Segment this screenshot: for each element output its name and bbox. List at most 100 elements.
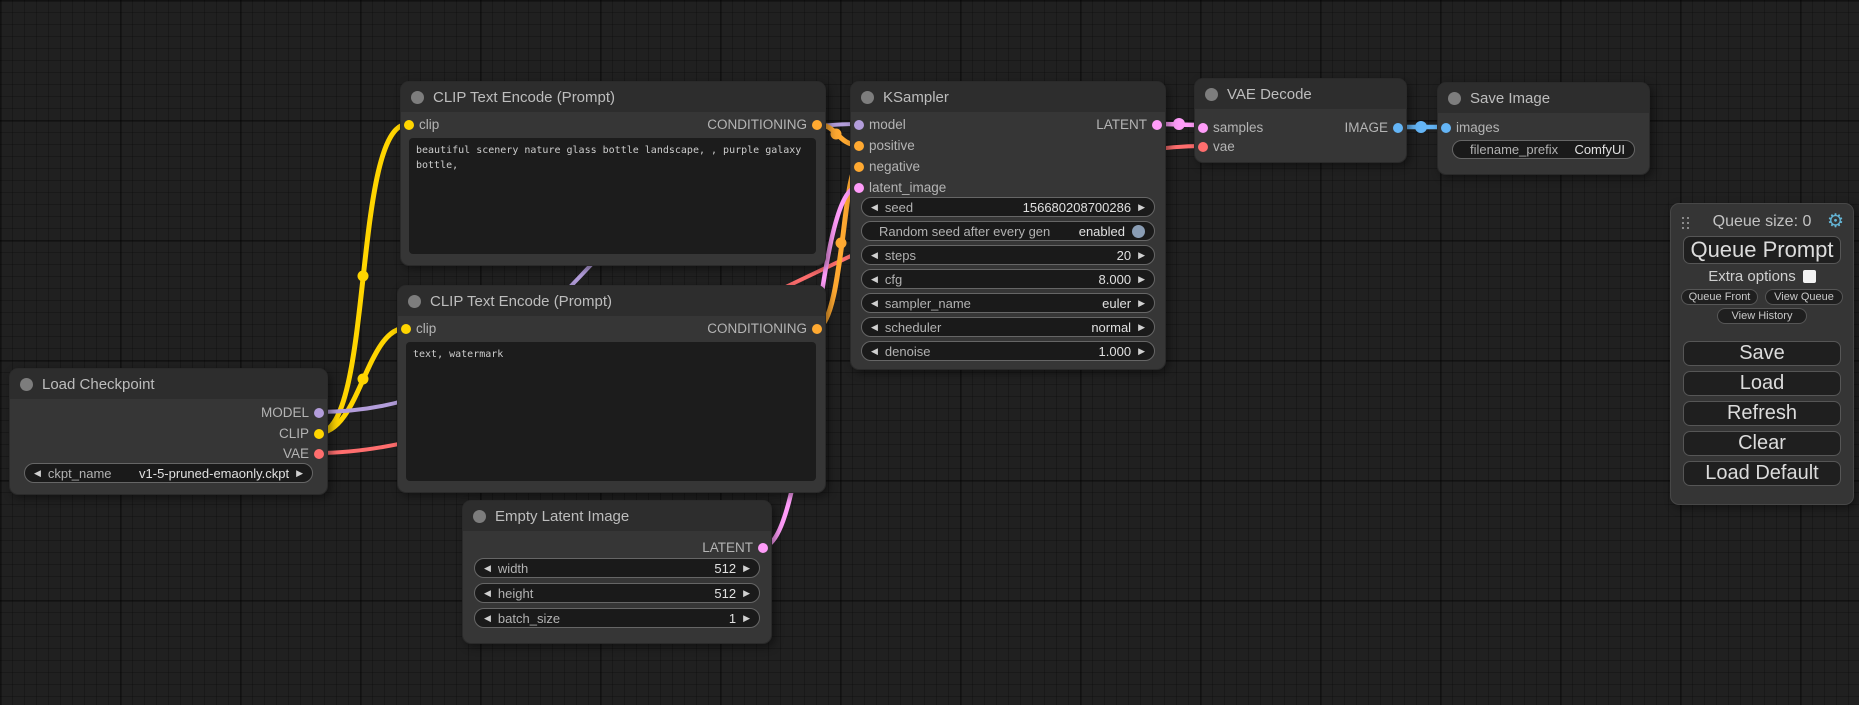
input-dot-images[interactable] — [1441, 123, 1451, 133]
output-dot-model[interactable] — [314, 408, 324, 418]
save-button[interactable]: Save — [1683, 341, 1841, 366]
input-dot-vae[interactable] — [1198, 142, 1208, 152]
decrement-arrow-icon[interactable]: ◀ — [871, 341, 878, 361]
prompt-textarea[interactable]: beautiful scenery nature glass bottle la… — [409, 138, 816, 254]
node-title-bar[interactable]: VAE Decode — [1195, 79, 1406, 109]
decrement-arrow-icon[interactable]: ◀ — [484, 583, 491, 603]
filename-prefix-widget[interactable]: filename_prefix ComfyUI — [1452, 140, 1635, 159]
decrement-arrow-icon[interactable]: ◀ — [871, 317, 878, 337]
widget-label: seed — [885, 200, 1016, 215]
width-widget[interactable]: ◀ width 512 ▶ — [474, 558, 760, 578]
slot-label: LATENT — [702, 540, 753, 555]
denoise-widget[interactable]: ◀ denoise 1.000 ▶ — [861, 341, 1155, 361]
node-title-bar[interactable]: Load Checkpoint — [10, 369, 327, 399]
increment-arrow-icon[interactable]: ▶ — [296, 463, 303, 483]
queue-prompt-button[interactable]: Queue Prompt — [1683, 236, 1841, 264]
collapse-dot[interactable] — [411, 91, 424, 104]
node-graph-canvas[interactable]: Load Checkpoint MODEL CLIP VAE ◀ ckpt_na… — [0, 0, 1859, 705]
node-clip-text-encode-negative[interactable]: CLIP Text Encode (Prompt) clip CONDITION… — [397, 285, 826, 493]
slot-label: CONDITIONING — [707, 117, 807, 132]
widget-value: enabled — [1079, 224, 1125, 239]
height-widget[interactable]: ◀ height 512 ▶ — [474, 583, 760, 603]
increment-arrow-icon[interactable]: ▶ — [743, 558, 750, 578]
output-dot-conditioning[interactable] — [812, 120, 822, 130]
node-save-image[interactable]: Save Image images filename_prefix ComfyU… — [1437, 82, 1650, 175]
toggle-circle[interactable] — [1132, 225, 1145, 238]
node-load-checkpoint[interactable]: Load Checkpoint MODEL CLIP VAE ◀ ckpt_na… — [9, 368, 328, 495]
output-slot-conditioning: CONDITIONING — [707, 117, 825, 133]
node-title-bar[interactable]: CLIP Text Encode (Prompt) — [401, 82, 825, 112]
widget-label: sampler_name — [885, 296, 1095, 311]
node-title-bar[interactable]: Save Image — [1438, 83, 1649, 113]
clear-button[interactable]: Clear — [1683, 431, 1841, 456]
slot-label: samples — [1213, 120, 1263, 135]
slot-label: positive — [869, 138, 915, 153]
batch-size-widget[interactable]: ◀ batch_size 1 ▶ — [474, 608, 760, 628]
increment-arrow-icon[interactable]: ▶ — [743, 583, 750, 603]
slot-label: model — [869, 117, 906, 132]
slot-label: negative — [869, 159, 920, 174]
output-dot-image[interactable] — [1393, 123, 1403, 133]
input-dot-latent-image[interactable] — [854, 183, 864, 193]
increment-arrow-icon[interactable]: ▶ — [1138, 197, 1145, 217]
node-clip-text-encode-positive[interactable]: CLIP Text Encode (Prompt) clip CONDITION… — [400, 81, 826, 266]
output-dot-latent[interactable] — [1152, 120, 1162, 130]
decrement-arrow-icon[interactable]: ◀ — [484, 558, 491, 578]
load-default-button[interactable]: Load Default — [1683, 461, 1841, 486]
ckpt-name-widget[interactable]: ◀ ckpt_name v1-5-pruned-emaonly.ckpt ▶ — [24, 463, 313, 483]
sampler-name-widget[interactable]: ◀ sampler_name euler ▶ — [861, 293, 1155, 313]
load-button[interactable]: Load — [1683, 371, 1841, 396]
collapse-dot[interactable] — [408, 295, 421, 308]
node-vae-decode[interactable]: VAE Decode samples IMAGE vae — [1194, 78, 1407, 163]
extra-options-label: Extra options — [1708, 268, 1796, 285]
collapse-dot[interactable] — [1205, 88, 1218, 101]
increment-arrow-icon[interactable]: ▶ — [1138, 245, 1145, 265]
decrement-arrow-icon[interactable]: ◀ — [871, 269, 878, 289]
node-title: Empty Latent Image — [495, 508, 629, 525]
increment-arrow-icon[interactable]: ▶ — [1138, 269, 1145, 289]
scheduler-widget[interactable]: ◀ scheduler normal ▶ — [861, 317, 1155, 337]
increment-arrow-icon[interactable]: ▶ — [1138, 293, 1145, 313]
queue-front-button[interactable]: Queue Front — [1681, 289, 1758, 305]
increment-arrow-icon[interactable]: ▶ — [743, 608, 750, 628]
collapse-dot[interactable] — [1448, 92, 1461, 105]
link-midpoint-dot — [358, 374, 369, 385]
node-title-bar[interactable]: Empty Latent Image — [463, 501, 771, 531]
input-dot-clip[interactable] — [401, 324, 411, 334]
random-seed-toggle-widget[interactable]: Random seed after every gen enabled — [861, 221, 1155, 241]
output-dot-conditioning[interactable] — [812, 324, 822, 334]
node-title-bar[interactable]: CLIP Text Encode (Prompt) — [398, 286, 825, 316]
decrement-arrow-icon[interactable]: ◀ — [871, 245, 878, 265]
node-empty-latent-image[interactable]: Empty Latent Image LATENT ◀ width 512 ▶ … — [462, 500, 772, 644]
input-dot-negative[interactable] — [854, 162, 864, 172]
collapse-dot[interactable] — [20, 378, 33, 391]
cfg-widget[interactable]: ◀ cfg 8.000 ▶ — [861, 269, 1155, 289]
collapse-dot[interactable] — [473, 510, 486, 523]
input-dot-clip[interactable] — [404, 120, 414, 130]
decrement-arrow-icon[interactable]: ◀ — [484, 608, 491, 628]
gear-icon[interactable]: ⚙ — [1827, 210, 1844, 233]
prompt-textarea[interactable]: text, watermark — [406, 342, 816, 481]
output-dot-latent[interactable] — [758, 543, 768, 553]
output-dot-vae[interactable] — [314, 449, 324, 459]
widget-value: 8.000 — [1099, 272, 1132, 287]
collapse-dot[interactable] — [861, 91, 874, 104]
node-title-bar[interactable]: KSampler — [851, 82, 1165, 112]
view-history-button[interactable]: View History — [1717, 308, 1807, 324]
increment-arrow-icon[interactable]: ▶ — [1138, 341, 1145, 361]
node-ksampler[interactable]: KSampler model LATENT positive negative … — [850, 81, 1166, 370]
refresh-button[interactable]: Refresh — [1683, 401, 1841, 426]
output-dot-clip[interactable] — [314, 429, 324, 439]
extra-options-checkbox[interactable] — [1803, 270, 1816, 283]
widget-label: scheduler — [885, 320, 1084, 335]
steps-widget[interactable]: ◀ steps 20 ▶ — [861, 245, 1155, 265]
input-dot-model[interactable] — [854, 120, 864, 130]
input-dot-positive[interactable] — [854, 141, 864, 151]
decrement-arrow-icon[interactable]: ◀ — [34, 463, 41, 483]
increment-arrow-icon[interactable]: ▶ — [1138, 317, 1145, 337]
seed-widget[interactable]: ◀ seed 156680208700286 ▶ — [861, 197, 1155, 217]
decrement-arrow-icon[interactable]: ◀ — [871, 293, 878, 313]
decrement-arrow-icon[interactable]: ◀ — [871, 197, 878, 217]
input-dot-samples[interactable] — [1198, 123, 1208, 133]
view-queue-button[interactable]: View Queue — [1765, 289, 1843, 305]
